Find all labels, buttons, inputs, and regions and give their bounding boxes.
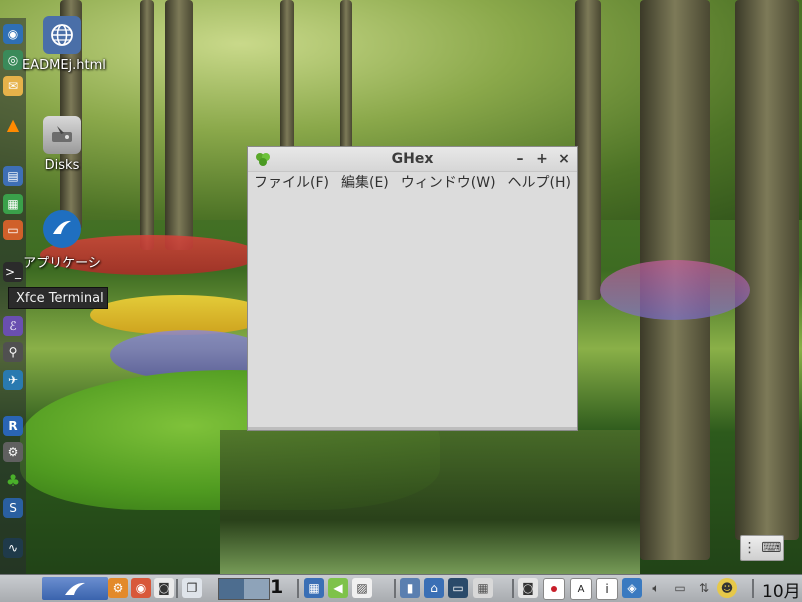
- r-language-icon[interactable]: R: [3, 416, 23, 436]
- taskbar-separator: [297, 579, 299, 598]
- desktop-item[interactable]: Disks: [22, 116, 102, 173]
- menu-window[interactable]: ウィンドウ(W): [395, 172, 502, 194]
- menu-bar: ファイル(F) 編集(E) ウィンドウ(W) ヘルプ(H): [248, 172, 577, 194]
- swirl-icon[interactable]: S: [3, 498, 23, 518]
- workspace-2[interactable]: [244, 579, 269, 599]
- wallpaper-tree: [140, 0, 154, 250]
- taskbar: ⚙ ◉ ◙ ❐ 1 ▦ ◀ ▨ ▮ ⌂ ▭ ▦ ◙ A i ◈ 🔈︎ ▭ ⇅ ☻…: [0, 574, 802, 602]
- bird-icon[interactable]: ✈: [3, 370, 23, 390]
- monitor-icon[interactable]: ▭: [448, 578, 468, 598]
- menu-file[interactable]: ファイル(F): [248, 172, 335, 194]
- system-monitor-icon[interactable]: ∿: [3, 538, 23, 558]
- start-menu-button[interactable]: [42, 577, 108, 600]
- globe-icon: [43, 16, 81, 54]
- dock-tooltip: Xfce Terminal: [8, 287, 108, 309]
- japan-flag-icon[interactable]: [543, 578, 565, 600]
- workspace-pager[interactable]: [218, 578, 270, 600]
- close-button[interactable]: ×: [555, 150, 573, 168]
- wallpaper-tree: [340, 0, 352, 150]
- search-icon[interactable]: ⚲: [3, 342, 23, 362]
- globe-icon[interactable]: ◎: [3, 50, 23, 70]
- wallpaper-stream: [220, 430, 640, 580]
- wallpaper-tree: [165, 0, 193, 250]
- workspace-number: 1: [270, 576, 284, 598]
- writer-icon[interactable]: ▤: [3, 166, 23, 186]
- menu-help[interactable]: ヘルプ(H): [502, 172, 577, 194]
- menu-edit[interactable]: 編集(E): [335, 172, 395, 194]
- desktop-item-label: アプリケーシ: [23, 256, 101, 271]
- impress-icon[interactable]: ▭: [3, 220, 23, 240]
- camera-icon[interactable]: ◙: [518, 578, 538, 598]
- vlc-icon[interactable]: ▲: [3, 114, 23, 134]
- firefox-icon[interactable]: ◉: [131, 578, 151, 598]
- image-viewer-icon[interactable]: ▨: [352, 578, 372, 598]
- volume-icon[interactable]: 🔈︎: [646, 578, 666, 598]
- home-folder-icon[interactable]: ⌂: [424, 578, 444, 598]
- battery-icon[interactable]: ▭: [670, 578, 690, 598]
- desktop-item-label: Disks: [44, 158, 80, 173]
- taskbar-clock[interactable]: 10月: [762, 577, 801, 602]
- workspace-1[interactable]: [219, 579, 244, 599]
- taskbar-separator: [394, 579, 396, 598]
- wallpaper-flowers: [90, 295, 270, 335]
- wallpaper-tree: [735, 0, 799, 540]
- wallpaper-tree: [575, 0, 601, 300]
- keyboard-layout-icon[interactable]: ▦: [473, 578, 493, 598]
- emacs-icon[interactable]: ℰ: [3, 316, 23, 336]
- disk-icon: [43, 116, 81, 154]
- mail-icon[interactable]: ✉: [3, 76, 23, 96]
- settings-icon[interactable]: ⚙: [108, 578, 128, 598]
- lubuntu-bird-icon: [43, 210, 81, 248]
- taskbar-separator: [752, 579, 754, 598]
- desktop-item[interactable]: アプリケーシ: [22, 210, 102, 271]
- windows-icon[interactable]: ❐: [182, 578, 202, 598]
- terminal-icon[interactable]: >_: [3, 262, 23, 282]
- transfer-icon[interactable]: ⇅: [694, 578, 714, 598]
- input-method-icon[interactable]: A: [570, 578, 592, 600]
- ghex-window: GHex – + × ファイル(F) 編集(E) ウィンドウ(W) ヘルプ(H): [247, 146, 578, 431]
- settings-gear-icon[interactable]: ⚙: [3, 442, 23, 462]
- calculator-icon[interactable]: ▦: [304, 578, 324, 598]
- minimize-button[interactable]: –: [511, 150, 529, 168]
- lubuntu-logo-icon: [65, 582, 85, 595]
- desktop-item[interactable]: EADMEj.html: [22, 16, 106, 73]
- updates-icon[interactable]: ☻: [717, 578, 737, 598]
- wallpaper-flowers: [600, 260, 750, 320]
- window-bottom-border: [248, 427, 577, 430]
- calc-icon[interactable]: ▦: [3, 194, 23, 214]
- desktop-item-label: EADMEj.html: [22, 58, 106, 73]
- maximize-button[interactable]: +: [533, 150, 551, 168]
- browser-icon[interactable]: ◉: [3, 24, 23, 44]
- taskbar-separator: [176, 579, 178, 598]
- keyboard-icon[interactable]: ⋮ ⌨: [740, 535, 784, 561]
- window-content-area: [248, 194, 577, 429]
- taskbar-separator: [512, 579, 514, 598]
- back-arrow-icon[interactable]: ◀: [328, 578, 348, 598]
- file-manager-icon[interactable]: ▮: [400, 578, 420, 598]
- ghex-icon[interactable]: ♣: [3, 470, 23, 490]
- window-titlebar[interactable]: GHex – + ×: [248, 147, 577, 172]
- wallpaper-tree: [280, 0, 294, 150]
- screenshot-icon[interactable]: ◙: [154, 578, 174, 598]
- info-icon[interactable]: i: [596, 578, 618, 600]
- network-icon[interactable]: ◈: [622, 578, 642, 598]
